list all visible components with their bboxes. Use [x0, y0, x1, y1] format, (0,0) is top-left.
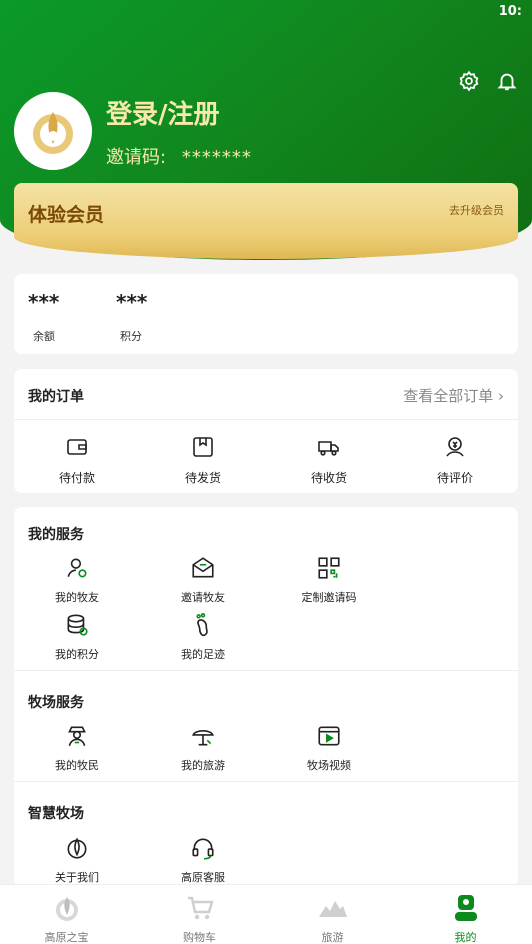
home-logo-icon — [55, 897, 78, 921]
view-all-orders-link[interactable]: 查看全部订单 › — [403, 385, 504, 406]
invite-code-value: ******* — [181, 147, 252, 168]
order-to-receive[interactable]: 待收货 — [266, 435, 392, 486]
avatar[interactable] — [14, 92, 92, 170]
view-all-orders-label: 查看全部订单 — [403, 387, 494, 405]
service-label: 我的足迹 — [181, 648, 225, 661]
invite-code-label: 邀请码: — [106, 147, 167, 168]
points-item[interactable]: *** 积分 — [116, 290, 147, 344]
service-label: 我的积分 — [55, 648, 99, 661]
travel-icon — [192, 730, 214, 746]
balance-card: *** 余额 *** 积分 — [14, 274, 518, 354]
service-footprint[interactable]: 我的足迹 — [140, 612, 266, 662]
service-label: 我的牧友 — [55, 591, 99, 604]
ranch-divider — [14, 781, 518, 782]
tab-cart[interactable]: 购物车 — [133, 893, 266, 944]
membership-card[interactable]: 体验会员 去升级会员 — [14, 183, 518, 259]
wallet-icon — [67, 439, 87, 455]
gear-icon[interactable] — [458, 70, 480, 92]
order-item-label: 待收货 — [310, 471, 347, 485]
service-my-friends[interactable]: 我的牧友 — [14, 555, 140, 605]
orders-title: 我的订单 — [28, 389, 84, 405]
brand-logo-icon — [33, 112, 73, 154]
balance-value: *** — [28, 290, 60, 314]
tab-label: 购物车 — [183, 931, 216, 944]
package-icon — [193, 437, 213, 457]
service-label: 高原客服 — [181, 871, 225, 884]
points-icon — [67, 614, 88, 636]
order-pending-payment[interactable]: 待付款 — [14, 435, 140, 486]
tab-home[interactable]: 高原之宝 — [0, 893, 133, 944]
service-label: 牧场视频 — [307, 759, 351, 772]
friend-icon — [67, 558, 87, 578]
mountain-icon — [318, 901, 347, 917]
tab-profile[interactable]: 我的 — [399, 893, 532, 944]
service-about-us[interactable]: 关于我们 — [14, 835, 140, 885]
invite-code-row: 邀请码: ******* — [106, 143, 252, 169]
chevron-right-icon: › — [498, 387, 504, 405]
points-label: 积分 — [120, 330, 142, 343]
balance-label: 余额 — [33, 330, 55, 343]
order-item-label: 待付款 — [58, 471, 95, 485]
service-my-travel[interactable]: 我的旅游 — [140, 723, 266, 773]
login-register-link[interactable]: 登录/注册 — [106, 94, 220, 131]
order-item-label: 待评价 — [436, 471, 473, 485]
service-my-points[interactable]: 我的积分 — [14, 612, 140, 662]
points-value: *** — [116, 290, 148, 314]
cart-icon — [187, 896, 214, 920]
service-my-herders[interactable]: 我的牧民 — [14, 723, 140, 773]
review-icon — [446, 437, 464, 457]
bell-icon[interactable] — [496, 70, 518, 92]
service-customer-support[interactable]: 高原客服 — [140, 835, 266, 885]
truck-icon — [318, 441, 339, 456]
my-services-title: 我的服务 — [28, 527, 84, 543]
tab-label: 我的 — [454, 931, 477, 944]
order-to-ship[interactable]: 待发货 — [140, 435, 266, 486]
profile-icon — [454, 895, 477, 921]
smart-ranch-title: 智慧牧场 — [28, 806, 84, 822]
video-icon — [318, 726, 340, 746]
invite-icon — [192, 557, 214, 578]
tab-travel[interactable]: 旅游 — [266, 893, 399, 944]
qr-code-icon — [318, 557, 340, 579]
balance-item[interactable]: *** 余额 — [28, 290, 59, 344]
service-label: 我的牧民 — [55, 759, 99, 772]
status-time: 10: — [498, 4, 522, 19]
herder-icon — [68, 726, 86, 746]
upgrade-membership-link[interactable]: 去升级会员 — [449, 202, 504, 218]
tab-label: 高原之宝 — [44, 931, 89, 944]
orders-card: 我的订单 查看全部订单 › 待付款 待发货 待收货 待评价 — [14, 369, 518, 493]
service-invite-friends[interactable]: 邀请牧友 — [140, 555, 266, 605]
footprint-icon — [196, 613, 208, 637]
about-icon — [67, 837, 87, 859]
service-ranch-video[interactable]: 牧场视频 — [266, 723, 392, 773]
orders-divider — [14, 419, 518, 420]
ranch-services-title: 牧场服务 — [28, 695, 84, 711]
service-label: 我的旅游 — [181, 759, 225, 772]
service-custom-invite-code[interactable]: 定制邀请码 — [266, 555, 392, 605]
tab-label: 旅游 — [321, 931, 344, 944]
order-to-review[interactable]: 待评价 — [392, 435, 518, 486]
order-item-label: 待发货 — [184, 471, 221, 485]
header-actions — [458, 70, 518, 92]
membership-title: 体验会员 — [28, 204, 105, 226]
service-label: 关于我们 — [55, 871, 99, 884]
services-divider — [14, 670, 518, 671]
service-label: 定制邀请码 — [301, 591, 357, 604]
services-card: 我的服务 我的牧友 邀请牧友 定制邀请码 我的积分 我的足迹 牧场服务 我的牧民… — [14, 507, 518, 887]
service-label: 邀请牧友 — [181, 591, 225, 604]
headset-icon — [192, 838, 214, 860]
bottom-tab-bar: 高原之宝 购物车 旅游 我的 — [0, 884, 532, 944]
